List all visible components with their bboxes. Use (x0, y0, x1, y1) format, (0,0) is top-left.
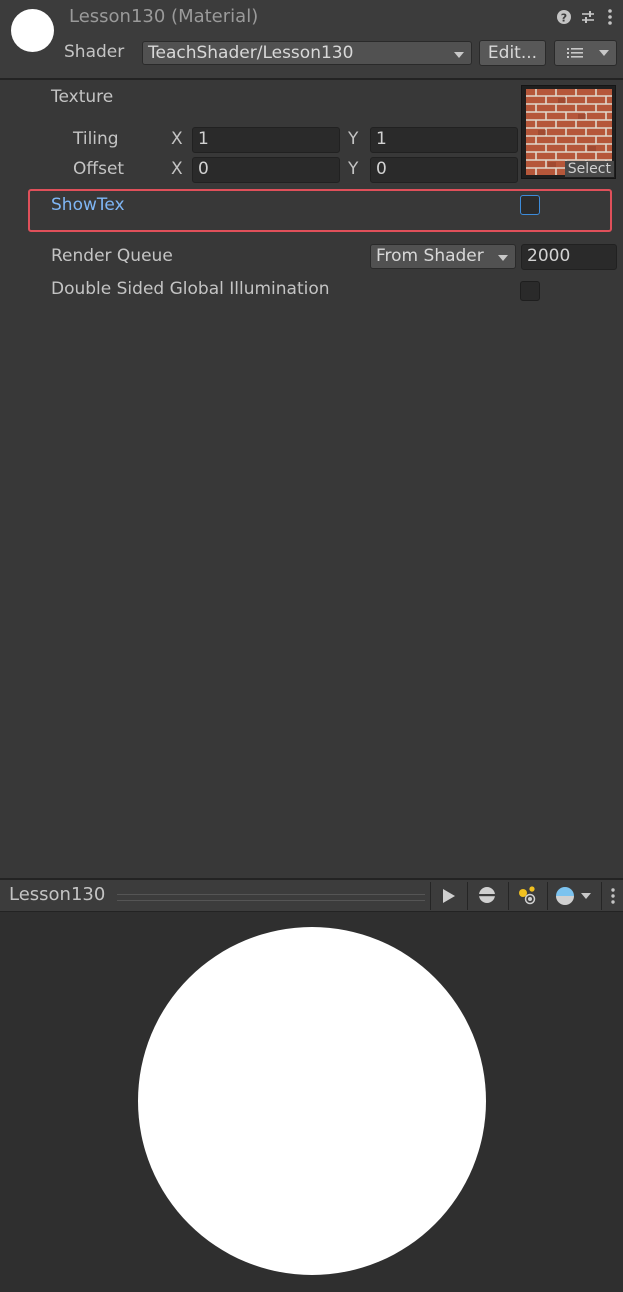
lighting-icon (519, 886, 536, 905)
more-options-icon (611, 888, 615, 904)
shader-value: TeachShader/Lesson130 (148, 43, 354, 63)
play-preview-button[interactable] (430, 882, 464, 910)
play-icon (443, 889, 455, 903)
material-preview-thumbnail[interactable] (11, 9, 54, 52)
tiling-y-axis-label: Y (348, 129, 359, 149)
more-options-icon[interactable] (604, 8, 616, 26)
preview-header: Lesson130 (0, 878, 623, 912)
render-queue-label: Render Queue (51, 246, 173, 266)
showtex-label: ShowTex (51, 195, 125, 215)
svg-text:?: ? (561, 12, 567, 25)
preview-lighting-button[interactable] (508, 882, 544, 910)
tiling-label: Tiling (73, 129, 119, 149)
tiling-x-axis-label: X (171, 129, 183, 149)
preview-sphere (138, 927, 486, 1275)
offset-y-field[interactable]: 0 (370, 157, 518, 183)
help-icon[interactable]: ? (556, 8, 572, 26)
preview-skybox-dropdown[interactable] (547, 882, 599, 910)
material-inspector: Lesson130 (Material) ? Shader TeachShade… (0, 0, 623, 1292)
shader-label: Shader (64, 42, 125, 62)
tiling-y-field[interactable]: 1 (370, 127, 518, 153)
showtex-checkbox[interactable] (520, 195, 540, 215)
chevron-down-icon (454, 52, 464, 58)
preview-title: Lesson130 (9, 884, 106, 905)
material-preview-area[interactable] (0, 912, 623, 1292)
list-icon (567, 48, 583, 58)
offset-x-axis-label: X (171, 159, 183, 179)
material-header: Lesson130 (Material) ? Shader TeachShade… (0, 0, 623, 78)
skybox-icon (556, 887, 574, 905)
render-queue-mode-dropdown[interactable]: From Shader (370, 244, 516, 269)
texture-select-button[interactable]: Select (564, 161, 614, 177)
header-divider (0, 78, 623, 80)
shader-options-button[interactable] (554, 40, 617, 66)
chevron-down-icon (498, 255, 508, 261)
material-title: Lesson130 (Material) (69, 6, 259, 27)
sphere-mesh-icon (479, 887, 495, 903)
texture-label: Texture (51, 87, 114, 107)
render-queue-mode-value: From Shader (376, 246, 484, 266)
offset-x-field[interactable]: 0 (192, 157, 340, 183)
tiling-x-field[interactable]: 1 (192, 127, 340, 153)
offset-label: Offset (73, 159, 125, 179)
render-queue-value-field[interactable]: 2000 (521, 244, 617, 270)
chevron-down-icon (581, 893, 591, 899)
offset-y-axis-label: Y (348, 159, 359, 179)
preview-mesh-button[interactable] (467, 882, 505, 910)
chevron-down-icon (599, 50, 609, 56)
preview-resize-handle[interactable] (117, 894, 425, 901)
preset-settings-icon[interactable] (580, 8, 596, 26)
edit-shader-button[interactable]: Edit... (479, 40, 546, 66)
preview-more-button[interactable] (601, 882, 623, 910)
texture-slot[interactable]: Select (521, 85, 616, 179)
shader-dropdown[interactable]: TeachShader/Lesson130 (142, 41, 472, 65)
double-sided-gi-checkbox[interactable] (520, 281, 540, 301)
double-sided-gi-label: Double Sided Global Illumination (51, 279, 330, 299)
